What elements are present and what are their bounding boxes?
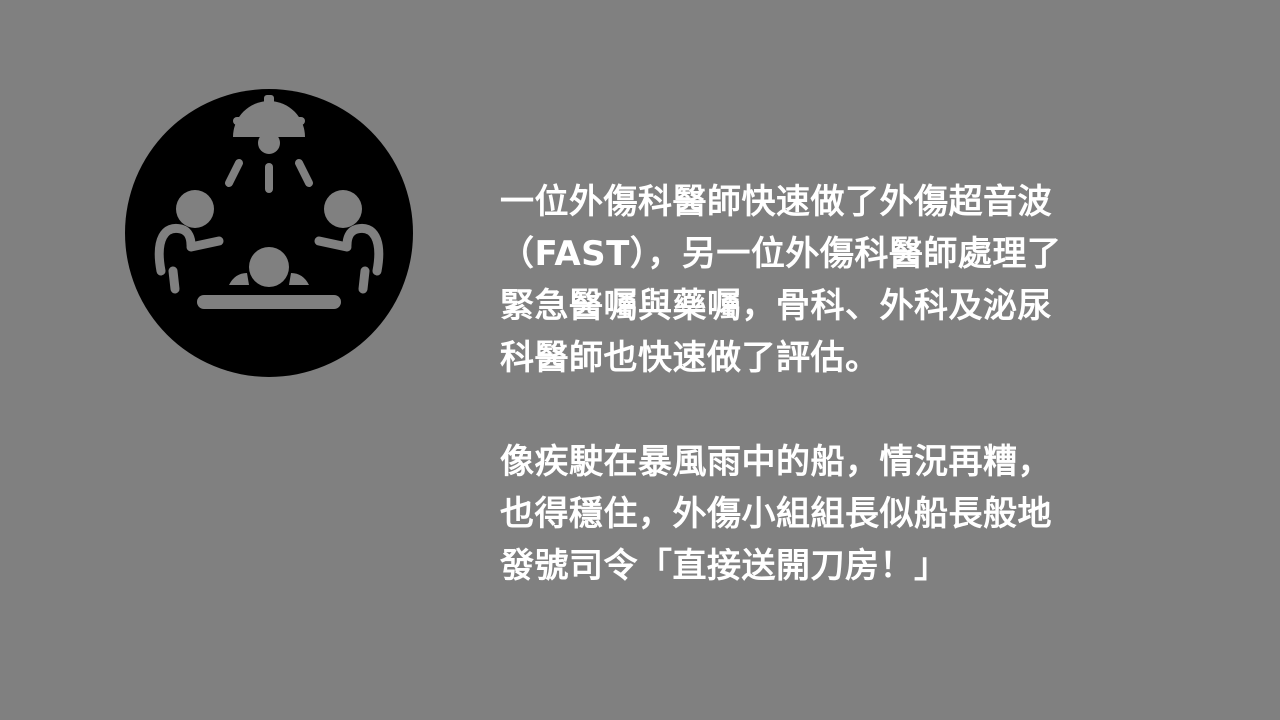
slide-text: 一位外傷科醫師快速做了外傷超音波 （FAST），另一位外傷科醫師處理了 緊急醫囑… xyxy=(500,176,1220,592)
slide: 一位外傷科醫師快速做了外傷超音波 （FAST），另一位外傷科醫師處理了 緊急醫囑… xyxy=(0,0,1280,720)
paragraph1-line: 一位外傷科醫師快速做了外傷超音波 xyxy=(500,182,1052,222)
paragraph1-line: 緊急醫囑與藥囑，骨科、外科及泌尿 xyxy=(500,286,1052,326)
surgical-team-icon xyxy=(125,89,413,377)
paragraph2-line: 也得穩住，外傷小組組長似船長般地 xyxy=(500,494,1052,534)
paragraph2-line: 發號司令「直接送開刀房！」 xyxy=(500,546,949,586)
paragraph2-line: 像疾駛在暴風雨中的船，情況再糟， xyxy=(500,442,1052,482)
paragraph1-line: 科醫師也快速做了評估。 xyxy=(500,338,880,378)
paragraph1-line: （FAST），另一位外傷科醫師處理了 xyxy=(500,234,1062,274)
